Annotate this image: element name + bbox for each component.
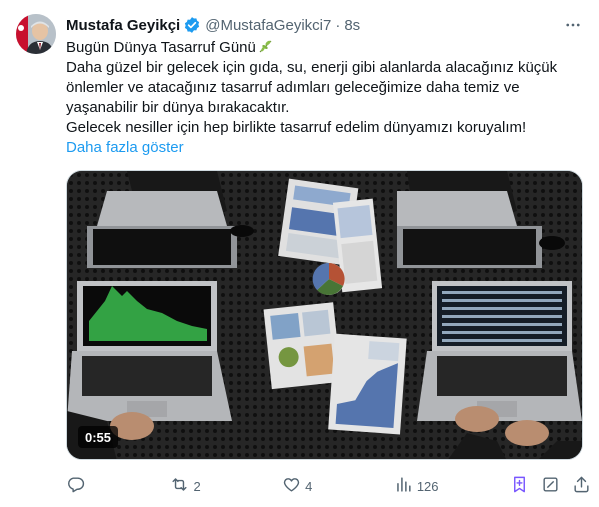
video-duration-badge: 0:55 [78,426,119,448]
analytics-icon [394,475,413,497]
tweet-line: önlemler ve atacağınız tasarruf adımları… [66,79,520,96]
tweet-actions: 2 4 126 [56,474,591,498]
like-count: 4 [305,478,313,494]
views-count: 126 [416,478,439,494]
verified-badge-icon [183,16,201,34]
secondary-actions [510,475,591,497]
author-name[interactable]: Mustafa Geyikçi [66,17,180,34]
bookmark-icon [514,476,525,493]
more-options-icon[interactable] [561,14,585,36]
video-thumbnail[interactable] [66,170,583,460]
retweet-icon [170,475,189,497]
show-more-link[interactable]: Daha fazla göster [66,138,566,158]
author-handle[interactable]: @MustafaGeyikci7 [205,17,331,34]
retweet-button[interactable]: 2 [160,475,201,497]
author-avatar[interactable] [16,14,56,54]
separator-dot: · [335,16,341,34]
heart-icon [282,475,301,497]
like-button[interactable]: 4 [272,475,312,497]
views-button[interactable]: 126 [384,475,439,497]
reply-icon [66,475,85,497]
share-button[interactable] [572,475,591,497]
tweet-line: yaşanabilir bir dünya bırakacaktır. [66,99,290,116]
share-icon [574,476,589,493]
tweet-text: Bugün Dünya Tasarruf Günü Daha güzel bir… [66,38,566,158]
leaf-icon [258,38,274,54]
tweet-header: Mustafa Geyikçi @MustafaGeyikci7 · 8s [66,14,583,36]
bookmark-button[interactable] [510,475,529,497]
tweet-line: Daha güzel bir gelecek için gıda, su, en… [66,59,558,76]
grok-button[interactable] [541,475,560,497]
retweet-count: 2 [193,478,201,494]
tweet-card[interactable]: Mustafa Geyikçi @MustafaGeyikci7 · 8s Bu… [0,0,599,507]
tweet-line: Gelecek nesiller için hep birlikte tasar… [66,119,527,136]
grok-icon [543,477,558,492]
tweet-line: Bugün Dünya Tasarruf Günü [66,38,566,58]
tweet-timestamp[interactable]: 8s [344,17,360,34]
reply-button[interactable] [56,475,89,497]
